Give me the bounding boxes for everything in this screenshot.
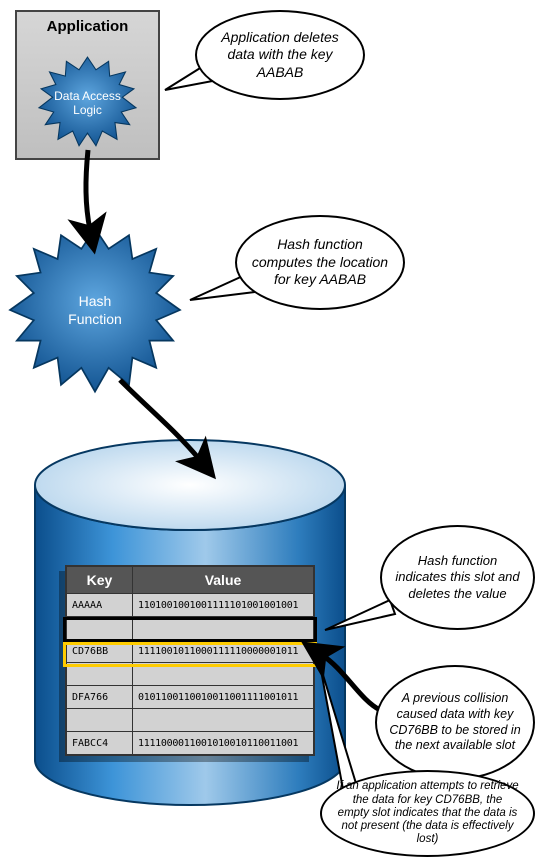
cell-key	[66, 663, 133, 686]
cell-value: 1111000011001010010110011001	[133, 732, 315, 756]
table-row	[66, 663, 314, 686]
hash-function-label-1: Hash	[79, 293, 112, 309]
table-row: DFA766 0101100110010011001111001011	[66, 686, 314, 709]
cell-key: FABCC4	[66, 732, 133, 756]
hash-table: Key Value AAAAA 110100100100111110100100…	[65, 565, 315, 756]
cell-key: CD76BB	[66, 640, 133, 663]
cell-value	[133, 709, 315, 732]
cell-key	[66, 617, 133, 640]
cell-key: DFA766	[66, 686, 133, 709]
callout-hash-computes: Hash function computes the location for …	[235, 215, 405, 310]
table-row: AAAAA 1101001001001111101001001001	[66, 594, 314, 617]
callout-collision: A previous collision caused data with ke…	[375, 665, 535, 780]
table-row-deleted	[66, 617, 314, 640]
table-header-value: Value	[133, 566, 315, 594]
callout-lost-data: If an application attempts to retrieve t…	[320, 770, 535, 857]
cell-key: AAAAA	[66, 594, 133, 617]
callout-app-deletes: Application deletes data with the key AA…	[195, 10, 365, 100]
cell-key	[66, 709, 133, 732]
data-access-logic-burst: Data Access Logic	[30, 55, 145, 150]
callout-slot-deleted: Hash function indicates this slot and de…	[380, 525, 535, 630]
hash-function-label-2: Function	[68, 311, 122, 327]
table-row	[66, 709, 314, 732]
table-header-row: Key Value	[66, 566, 314, 594]
cell-value: 0101100110010011001111001011	[133, 686, 315, 709]
data-access-logic-label-2: Logic	[73, 103, 102, 117]
cell-value: 1111001011000111110000001011	[133, 640, 315, 663]
application-title: Application	[17, 18, 158, 35]
hash-function-burst: Hash Function	[5, 225, 185, 395]
cell-value	[133, 663, 315, 686]
table-header-key: Key	[66, 566, 133, 594]
data-access-logic-label-1: Data Access	[54, 89, 121, 103]
cell-value: 1101001001001111101001001001	[133, 594, 315, 617]
cell-value	[133, 617, 315, 640]
table-row-collision: CD76BB 1111001011000111110000001011	[66, 640, 314, 663]
table-row: FABCC4 1111000011001010010110011001	[66, 732, 314, 756]
